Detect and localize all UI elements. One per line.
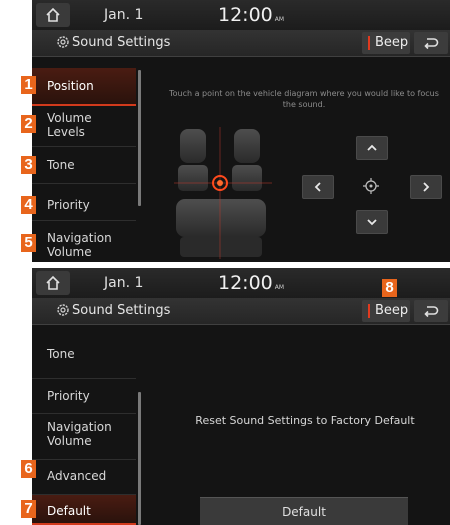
clock: 12:00 AM bbox=[218, 4, 284, 26]
move-up-button[interactable] bbox=[356, 136, 388, 160]
menu-scrollbar[interactable] bbox=[138, 392, 141, 525]
title-bar: Sound Settings Beep bbox=[32, 298, 450, 325]
ampm-text: AM bbox=[274, 16, 285, 23]
reset-message: Reset Sound Settings to Factory Default bbox=[195, 414, 415, 427]
back-icon bbox=[424, 306, 439, 318]
gear-icon bbox=[57, 36, 69, 48]
beep-label: Beep bbox=[375, 35, 409, 50]
time-text: 12:00 bbox=[218, 4, 273, 26]
front-right-seat bbox=[232, 129, 262, 191]
callout-badge: 8 bbox=[382, 279, 397, 297]
callout-badge: 6 bbox=[21, 460, 36, 478]
screen-sound-default: Jan. 1 12:00 AM Sound Settings Beep Tone … bbox=[32, 268, 450, 525]
chevron-up-icon bbox=[367, 144, 377, 151]
menu-item-label: Advanced bbox=[47, 469, 107, 483]
menu-item-default[interactable]: Default bbox=[32, 495, 136, 525]
home-icon bbox=[46, 275, 60, 290]
front-left-seat bbox=[178, 129, 208, 191]
center-button[interactable] bbox=[356, 175, 386, 197]
time-text: 12:00 bbox=[218, 272, 273, 294]
beep-indicator bbox=[368, 36, 370, 50]
move-down-button[interactable] bbox=[356, 210, 388, 234]
default-button[interactable]: Default bbox=[200, 497, 408, 525]
beep-button[interactable]: Beep bbox=[362, 32, 410, 54]
menu-item-label: Priority bbox=[47, 198, 90, 212]
menu-item-label: Tone bbox=[47, 158, 75, 172]
status-bar: Jan. 1 12:00 AM bbox=[32, 0, 450, 30]
menu-item-label: Navigation Volume bbox=[47, 420, 112, 448]
move-right-button[interactable] bbox=[410, 175, 442, 199]
page-title: Sound Settings bbox=[72, 303, 171, 318]
back-button[interactable] bbox=[414, 300, 448, 322]
menu-item-label: Default bbox=[47, 504, 91, 518]
home-button[interactable] bbox=[36, 3, 70, 27]
back-button[interactable] bbox=[414, 32, 448, 54]
default-button-label: Default bbox=[282, 505, 326, 519]
callout-badge: 2 bbox=[21, 115, 36, 133]
menu-item-tone[interactable]: Tone bbox=[32, 328, 136, 379]
move-left-button[interactable] bbox=[302, 175, 334, 199]
menu-item-label: Volume Levels bbox=[47, 111, 92, 139]
callout-badge: 5 bbox=[21, 234, 36, 252]
title-bar: Sound Settings Beep bbox=[32, 30, 450, 57]
menu-item-navigation-volume[interactable]: Navigation Volume bbox=[32, 221, 136, 262]
chevron-right-icon bbox=[423, 182, 430, 192]
instruction-text: Touch a point on the vehicle diagram whe… bbox=[169, 89, 439, 109]
beep-indicator bbox=[368, 304, 370, 318]
menu-item-position[interactable]: Position bbox=[32, 68, 136, 106]
callout-badge: 1 bbox=[21, 76, 36, 94]
chevron-down-icon bbox=[367, 219, 377, 226]
clock: 12:00 AM bbox=[218, 272, 284, 294]
date-text: Jan. 1 bbox=[104, 275, 144, 291]
gear-icon bbox=[57, 304, 69, 316]
callout-badge: 3 bbox=[21, 156, 36, 174]
menu-item-tone[interactable]: Tone bbox=[32, 147, 136, 184]
callout-badge: 7 bbox=[21, 500, 36, 518]
menu-item-label: Position bbox=[47, 79, 94, 93]
home-icon bbox=[46, 7, 60, 22]
beep-label: Beep bbox=[375, 303, 409, 318]
menu-item-navigation-volume[interactable]: Navigation Volume bbox=[32, 414, 136, 460]
center-target-icon bbox=[363, 178, 379, 194]
beep-button[interactable]: Beep bbox=[362, 300, 410, 322]
menu-item-priority[interactable]: Priority bbox=[32, 184, 136, 221]
home-button[interactable] bbox=[36, 271, 70, 295]
vehicle-seat-diagram[interactable] bbox=[174, 127, 272, 259]
menu-item-priority[interactable]: Priority bbox=[32, 379, 136, 414]
chevron-left-icon bbox=[314, 182, 321, 192]
ampm-text: AM bbox=[274, 284, 285, 291]
callout-badge: 4 bbox=[21, 196, 36, 214]
menu-item-label: Navigation Volume bbox=[47, 231, 112, 259]
menu-item-volume-levels[interactable]: Volume Levels bbox=[32, 106, 136, 147]
screen-sound-position: Jan. 1 12:00 AM Sound Settings Beep Posit… bbox=[32, 0, 450, 262]
menu-item-advanced[interactable]: Advanced bbox=[32, 460, 136, 495]
rear-seat bbox=[176, 199, 266, 257]
back-icon bbox=[424, 38, 439, 50]
date-text: Jan. 1 bbox=[104, 7, 144, 23]
page-title: Sound Settings bbox=[72, 35, 171, 50]
menu-scrollbar[interactable] bbox=[138, 70, 141, 206]
menu-item-label: Priority bbox=[47, 389, 90, 403]
menu-item-label: Tone bbox=[47, 347, 75, 361]
